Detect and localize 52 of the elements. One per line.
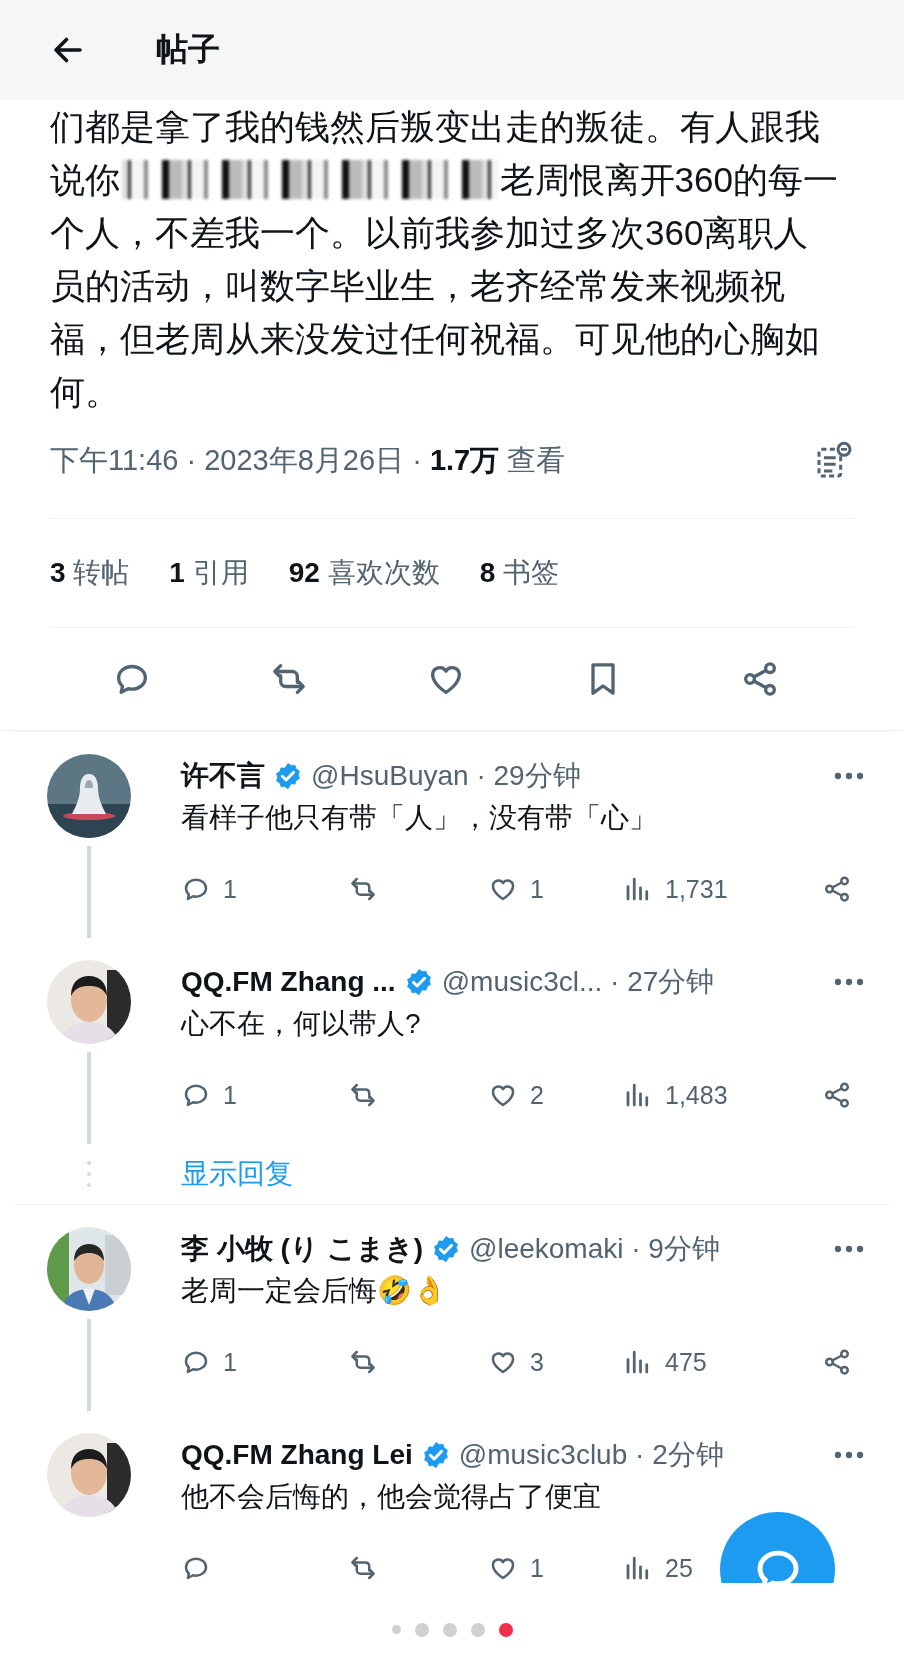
share-icon bbox=[822, 1080, 852, 1110]
page-dot[interactable] bbox=[414, 1622, 429, 1637]
reply-text: 心不在，何以带人? bbox=[181, 1007, 422, 1041]
reply-text: 看样子他只有带「人」，没有带「心」 bbox=[181, 801, 658, 835]
user-name: QQ.FM Zhang Lei bbox=[181, 1439, 413, 1471]
post-text: 个人，不差我一个。以前我参加过多次360离职人员的活动，叫数字毕业生，老齐经常发来视频祝福，但老周从来没发过任何祝福。可见他的心胸如何。 bbox=[50, 213, 820, 411]
views-button[interactable]: 475 bbox=[623, 1347, 707, 1377]
like-button[interactable]: 3 bbox=[488, 1347, 544, 1377]
page-title: 帖子 bbox=[156, 30, 220, 69]
share-button[interactable] bbox=[822, 1080, 852, 1110]
user-handle: @music3cl... · 27分钟 bbox=[441, 965, 715, 999]
user-handle: @music3club · 2分钟 bbox=[458, 1438, 724, 1472]
post-text: 说你 bbox=[50, 159, 120, 201]
reply-button[interactable]: 1 bbox=[181, 1347, 237, 1377]
share-button[interactable] bbox=[822, 1347, 852, 1377]
post-text: 老周恨离开360的每一 bbox=[499, 159, 838, 201]
user-name: QQ.FM Zhang ... bbox=[181, 966, 396, 998]
views-button[interactable]: 1,731 bbox=[623, 874, 728, 904]
views-button[interactable]: 25 bbox=[623, 1553, 693, 1583]
page-dot[interactable] bbox=[498, 1622, 513, 1637]
reply-text: 他不会后悔的，他会觉得占了便宜 bbox=[181, 1480, 602, 1514]
page-dot[interactable] bbox=[470, 1622, 485, 1637]
reply-text: 老周一定会后悔🤣👌 bbox=[181, 1274, 448, 1308]
like-button[interactable]: 1 bbox=[488, 874, 544, 904]
stat-link[interactable]: 92 喜欢次数 bbox=[288, 554, 440, 592]
share-icon bbox=[822, 874, 852, 904]
stat-link[interactable]: 8 书签 bbox=[479, 554, 559, 592]
share-icon bbox=[822, 1347, 852, 1377]
more-icon bbox=[834, 978, 864, 986]
more-button[interactable] bbox=[834, 1245, 864, 1253]
more-icon bbox=[834, 772, 864, 780]
post-meta: 下午11:46 · 2023年8月26日 · 1.7万 查看 bbox=[50, 443, 566, 478]
reply-button[interactable]: 1 bbox=[181, 1080, 237, 1110]
more-icon bbox=[834, 1245, 864, 1253]
views-button[interactable]: 1,483 bbox=[623, 1080, 728, 1110]
page-dot[interactable] bbox=[391, 1625, 401, 1634]
stat-link[interactable]: 3 转帖 bbox=[50, 554, 130, 592]
more-button[interactable] bbox=[834, 1451, 864, 1459]
page-dot[interactable] bbox=[442, 1622, 457, 1637]
post-text: 们都是拿了我的钱然后叛变出走的叛徒。有人跟我 bbox=[50, 106, 820, 148]
user-name: 李 小牧 (り こまき) bbox=[181, 1232, 423, 1266]
more-icon bbox=[834, 1451, 864, 1459]
like-button[interactable]: 1 bbox=[488, 1553, 544, 1583]
more-button[interactable] bbox=[834, 978, 864, 986]
more-button[interactable] bbox=[834, 772, 864, 780]
reply-button[interactable]: 1 bbox=[181, 874, 237, 904]
user-name: 许不言 bbox=[181, 759, 265, 793]
user-handle: @HsuBuyan · 29分钟 bbox=[311, 759, 581, 793]
like-button[interactable]: 2 bbox=[488, 1080, 544, 1110]
share-button[interactable] bbox=[822, 874, 852, 904]
user-handle: @leekomaki · 9分钟 bbox=[469, 1232, 720, 1266]
stat-link[interactable]: 1 引用 bbox=[169, 554, 249, 592]
